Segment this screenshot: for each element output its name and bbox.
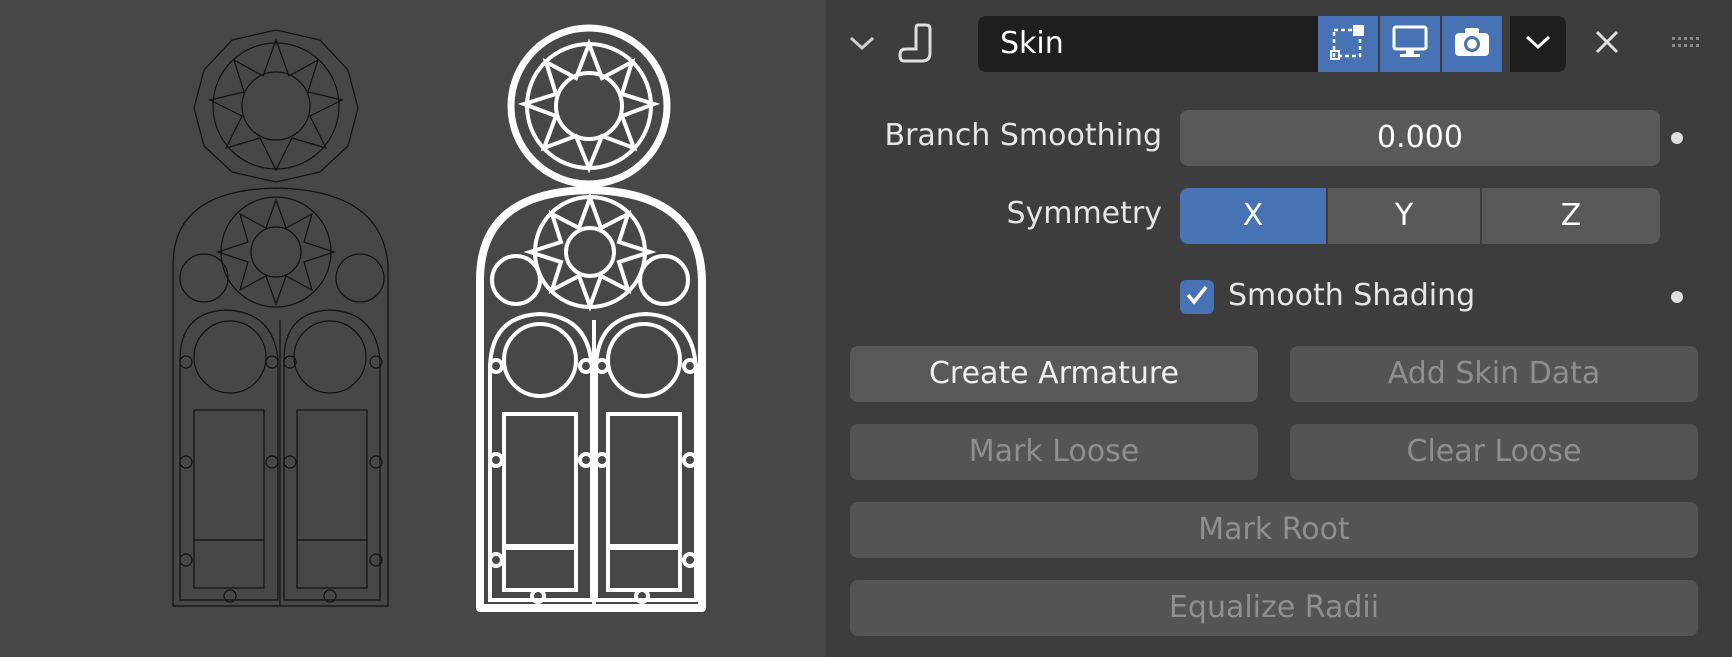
modifier-name-input[interactable]: Skin <box>978 16 1318 72</box>
modifier-dropdown-button[interactable] <box>1510 16 1566 72</box>
viewport-3d[interactable] <box>0 0 826 657</box>
render-toggle[interactable] <box>1442 16 1502 72</box>
symmetry-x-button[interactable]: X <box>1180 188 1326 244</box>
mark-root-button[interactable]: Mark Root <box>850 502 1698 558</box>
symmetry-z-button[interactable]: Z <box>1482 188 1660 244</box>
mark-loose-button[interactable]: Mark Loose <box>850 424 1258 480</box>
wireframe-window <box>172 24 706 612</box>
drag-grip-icon[interactable] <box>1666 28 1706 58</box>
smooth-shading-checkbox[interactable] <box>1180 280 1214 314</box>
camera-icon <box>1452 25 1492 63</box>
keyframe-dot-icon[interactable] <box>1671 132 1683 144</box>
modifier-panel: Skin Branch Smoothing 0.000 Symmetry X Y… <box>826 0 1732 657</box>
chevron-down-icon <box>1524 32 1552 56</box>
equalize-radii-button[interactable]: Equalize Radii <box>850 580 1698 636</box>
skin-modifier-icon <box>890 14 944 72</box>
smooth-shading-label[interactable]: Smooth Shading <box>1228 276 1475 316</box>
branch-smoothing-field[interactable]: 0.000 <box>1180 110 1660 166</box>
edit-mode-toggle[interactable] <box>1318 16 1378 72</box>
collapse-chevron-icon[interactable] <box>846 20 878 65</box>
remove-modifier-button[interactable] <box>1582 16 1632 72</box>
edit-mode-icon <box>1328 22 1368 66</box>
branch-smoothing-label: Branch Smoothing <box>884 118 1163 153</box>
create-armature-button[interactable]: Create Armature <box>850 346 1258 402</box>
symmetry-y-button[interactable]: Y <box>1328 188 1480 244</box>
symmetry-label: Symmetry <box>1006 196 1162 231</box>
keyframe-dot-icon[interactable] <box>1671 291 1683 303</box>
viewport-display-toggle[interactable] <box>1380 16 1440 72</box>
clear-loose-button[interactable]: Clear Loose <box>1290 424 1698 480</box>
close-icon <box>1594 29 1620 59</box>
monitor-icon <box>1390 24 1430 64</box>
checkmark-icon <box>1184 282 1210 312</box>
add-skin-data-button[interactable]: Add Skin Data <box>1290 346 1698 402</box>
